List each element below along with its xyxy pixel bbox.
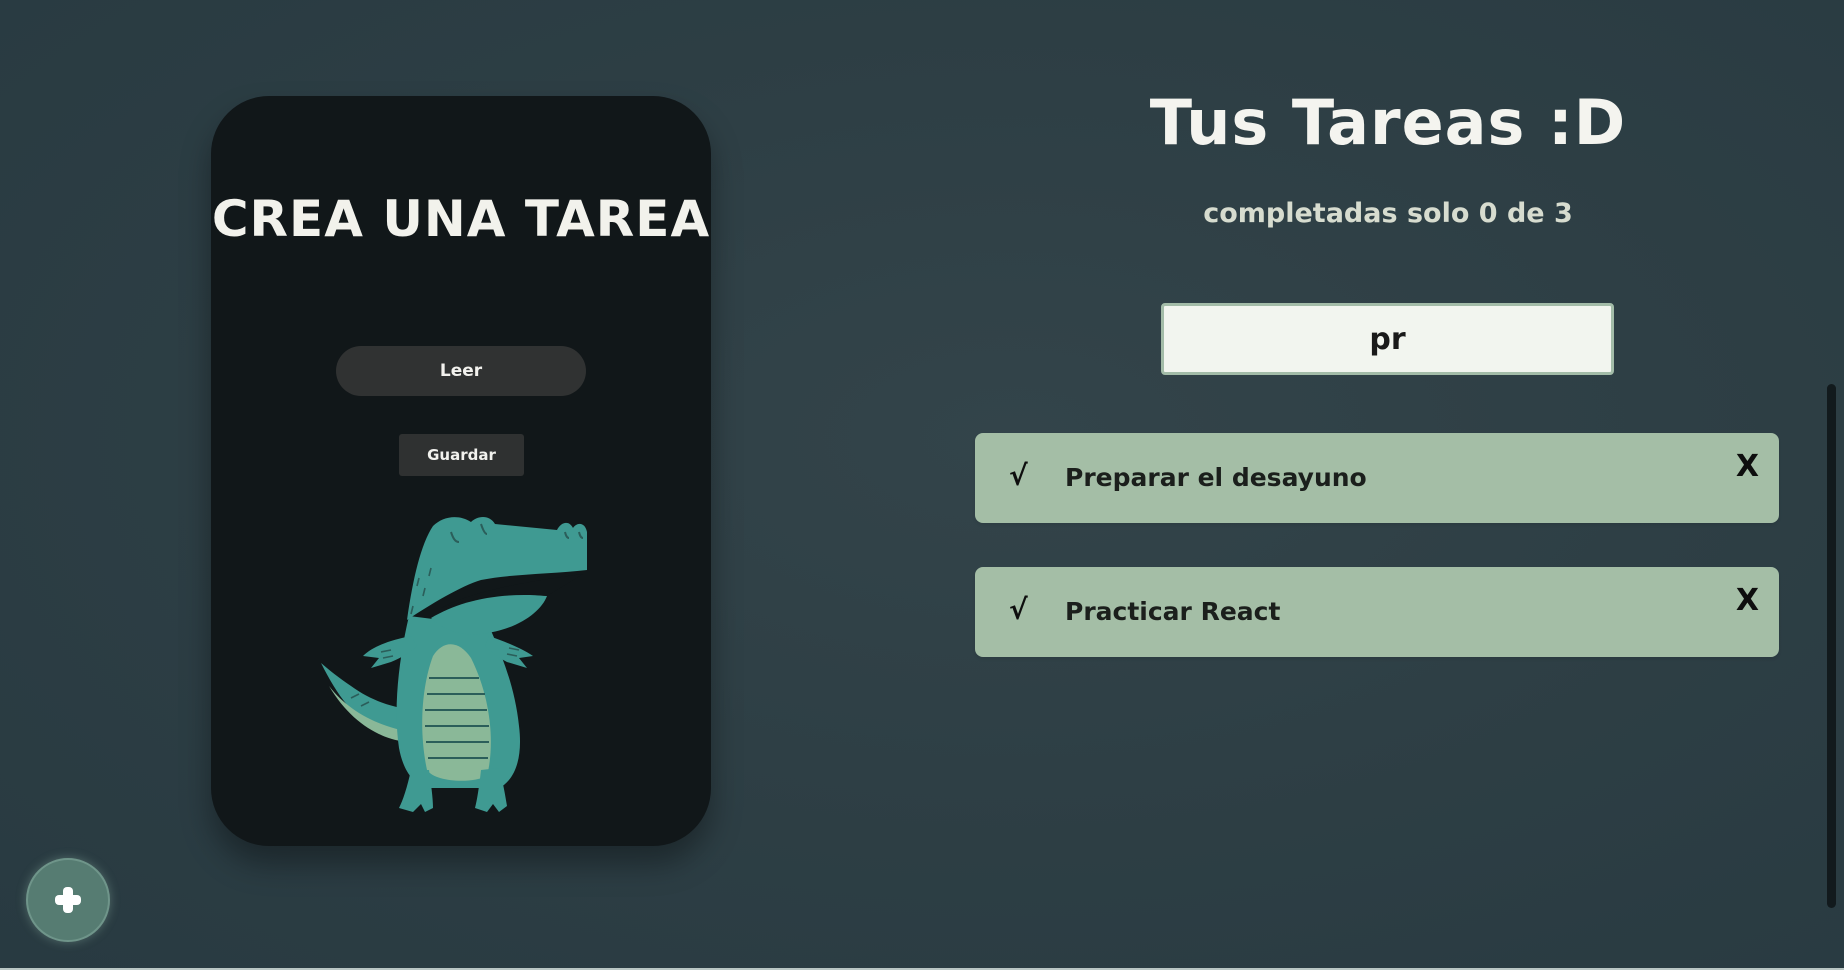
completed-counter: completadas solo 0 de 3: [1203, 198, 1573, 229]
todo-text: Practicar React: [1065, 597, 1281, 626]
todo-text: Preparar el desayuno: [1065, 463, 1367, 492]
todo-item: √ Preparar el desayuno X: [975, 433, 1779, 523]
todo-list: √ Preparar el desayuno X √ Practicar Rea…: [975, 433, 1779, 701]
create-task-panel: CREA UNA TAREA Leer Guardar: [211, 96, 711, 846]
delete-icon[interactable]: X: [1736, 449, 1759, 484]
crocodile-illustration: [321, 517, 587, 812]
search-input[interactable]: [1161, 303, 1614, 375]
scrollbar[interactable]: [1827, 384, 1836, 908]
todo-item: √ Practicar React X: [975, 567, 1779, 657]
read-button[interactable]: Leer: [336, 346, 586, 396]
add-task-button[interactable]: [26, 858, 110, 942]
check-icon[interactable]: √: [1009, 593, 1028, 626]
tasks-title: Tus Tareas :D: [1149, 86, 1627, 159]
create-task-title: CREA UNA TAREA: [211, 190, 711, 248]
delete-icon[interactable]: X: [1736, 583, 1759, 618]
check-icon[interactable]: √: [1009, 459, 1028, 492]
save-button[interactable]: Guardar: [399, 434, 524, 476]
plus-icon: [55, 887, 81, 913]
